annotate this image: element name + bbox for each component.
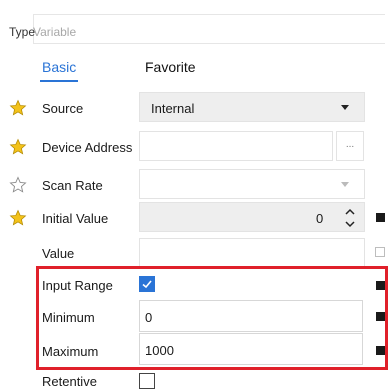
initial-value-text: 0 <box>316 211 324 226</box>
type-value: Variable <box>33 25 77 39</box>
star-outline-icon[interactable] <box>9 176 27 194</box>
initial-value-label: Initial Value <box>42 211 109 226</box>
device-address-field[interactable] <box>139 131 333 161</box>
tab-favorite[interactable]: Favorite <box>145 59 196 75</box>
tab-basic[interactable]: Basic <box>42 59 76 75</box>
value-indicator[interactable] <box>376 213 385 222</box>
scan-rate-select[interactable] <box>139 169 365 199</box>
value-indicator[interactable] <box>375 247 385 257</box>
chevron-up-icon[interactable] <box>345 205 355 215</box>
chevron-down-icon <box>341 105 349 110</box>
type-field <box>33 14 385 44</box>
source-label: Source <box>42 101 84 116</box>
chevron-down-icon <box>341 182 349 187</box>
star-filled-icon[interactable] <box>9 138 27 156</box>
scan-rate-label: Scan Rate <box>42 178 103 193</box>
device-address-label: Device Address <box>42 140 133 155</box>
value-field <box>139 238 365 268</box>
star-filled-icon[interactable] <box>9 99 27 117</box>
initial-value-spinner[interactable] <box>139 202 365 232</box>
chevron-down-icon[interactable] <box>345 217 355 228</box>
value-label: Value <box>42 246 75 261</box>
browse-button[interactable]: ... <box>336 131 364 161</box>
source-select-value: Internal <box>151 101 195 116</box>
highlight-box <box>36 266 388 370</box>
star-filled-icon[interactable] <box>9 209 27 227</box>
tab-basic-underline <box>40 80 78 82</box>
type-label: Type <box>9 25 36 39</box>
